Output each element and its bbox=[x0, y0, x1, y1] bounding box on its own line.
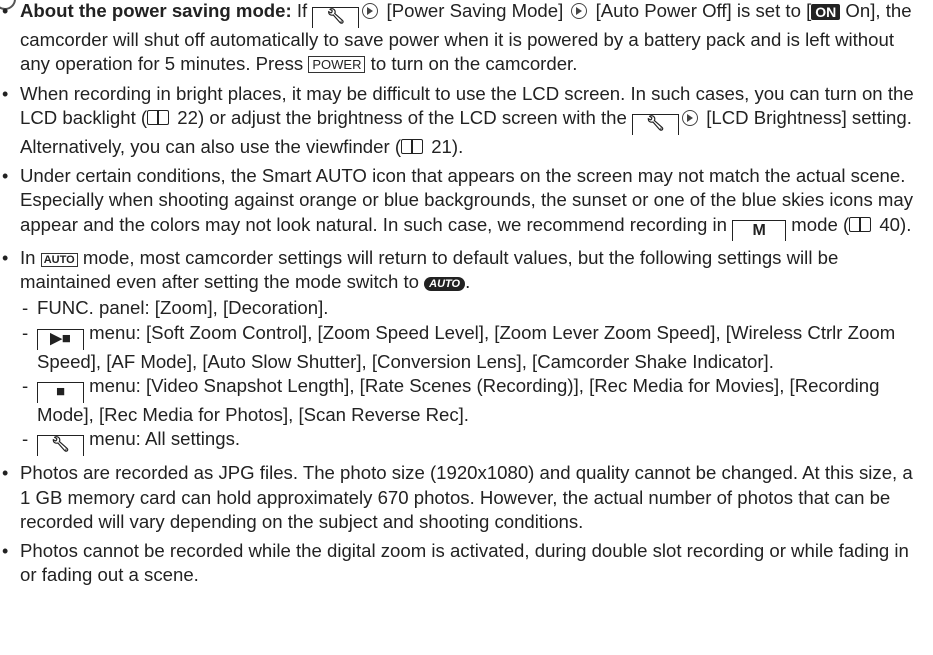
power-button-label: POWER bbox=[308, 56, 366, 74]
notes-list: About the power saving mode: If 🔧︎ [Powe… bbox=[0, 0, 925, 593]
auto-mode-icon: AUTO bbox=[40, 252, 78, 267]
list-item: In AUTO mode, most camcorder settings wi… bbox=[0, 246, 925, 457]
camera-tab-icon: ▶■ bbox=[37, 328, 84, 350]
arrow-circle-icon bbox=[362, 3, 379, 19]
wrench-tab-icon: 🔧︎ bbox=[632, 113, 680, 135]
arrow-circle-icon bbox=[682, 109, 699, 126]
list-item: About the power saving mode: If 🔧︎ [Powe… bbox=[0, 0, 925, 77]
sub-item: ▶■ menu: [Soft Zoom Control], [Zoom Spee… bbox=[20, 321, 925, 374]
wrench-tab-icon: 🔧︎ bbox=[37, 435, 84, 457]
page-reference-icon bbox=[849, 216, 872, 233]
sub-item: FUNC. panel: [Zoom], [Decoration]. bbox=[20, 296, 925, 321]
arrow-circle-icon bbox=[571, 3, 588, 19]
manual-mode-icon: M bbox=[732, 219, 787, 241]
bold-lead: About the power saving mode: bbox=[20, 0, 292, 21]
manual-page: About the power saving mode: If 🔧︎ [Powe… bbox=[0, 0, 933, 655]
playback-tab-icon: ■ bbox=[37, 381, 84, 403]
sub-item: ■ menu: [Video Snapshot Length], [Rate S… bbox=[20, 374, 925, 427]
on-badge: ON bbox=[811, 4, 841, 20]
settings-sublist: FUNC. panel: [Zoom], [Decoration]. ▶■ me… bbox=[20, 296, 925, 457]
list-item: Under certain conditions, the Smart AUTO… bbox=[0, 164, 925, 241]
wrench-tab-icon: 🔧︎ bbox=[312, 7, 360, 28]
list-item: When recording in bright places, it may … bbox=[0, 82, 925, 160]
list-item: Photos cannot be recorded while the digi… bbox=[0, 539, 925, 588]
list-item: Photos are recorded as JPG files. The ph… bbox=[0, 461, 925, 534]
sub-item: 🔧︎ menu: All settings. bbox=[20, 427, 925, 457]
auto-switch-icon: AUTO bbox=[424, 277, 466, 292]
page-reference-icon bbox=[401, 138, 424, 155]
page-reference-icon bbox=[147, 109, 170, 126]
